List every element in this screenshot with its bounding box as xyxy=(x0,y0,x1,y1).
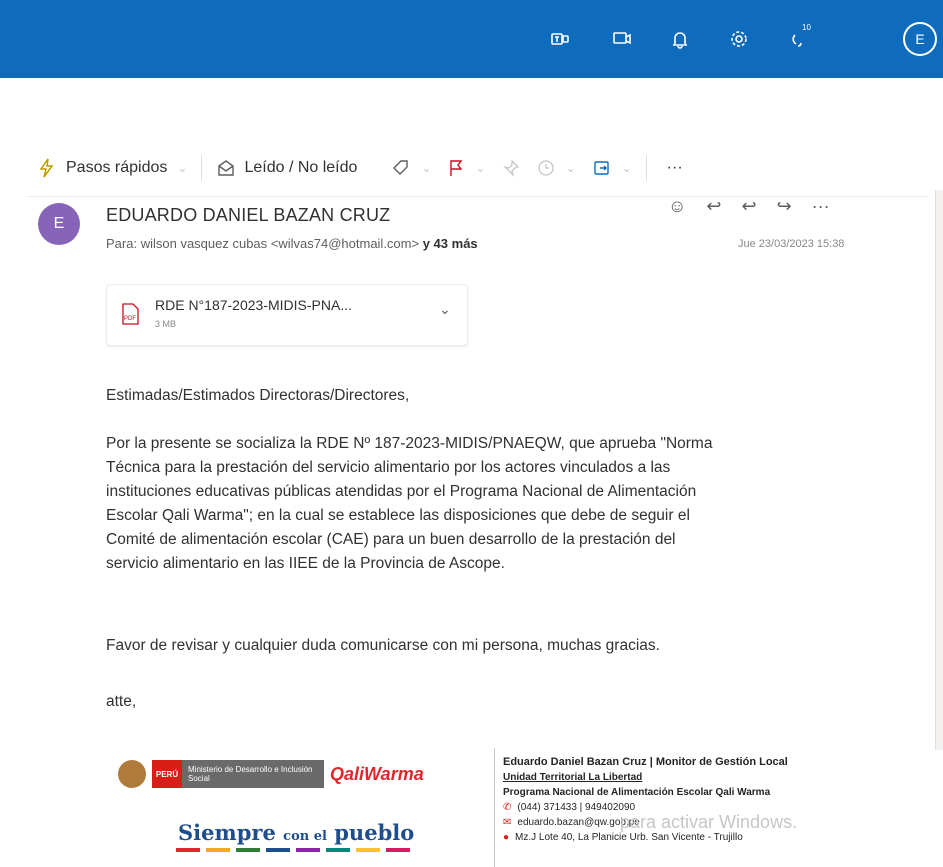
color-stripe xyxy=(266,848,290,852)
chevron-down-icon[interactable]: ⌄ xyxy=(475,161,485,175)
color-stripe xyxy=(296,848,320,852)
emoji-reaction-icon[interactable]: ☺ xyxy=(668,196,686,217)
chevron-down-icon[interactable]: ⌄ xyxy=(439,301,451,318)
slogan-a: Siempre xyxy=(178,820,276,845)
chevron-down-icon[interactable]: ⌄ xyxy=(622,161,632,175)
paragraph-line: Escolar Qali Warma"; en la cual se estab… xyxy=(106,507,690,524)
toolbar-divider xyxy=(645,155,647,181)
color-stripe xyxy=(206,848,230,852)
mail-icon: ✉ xyxy=(503,817,512,828)
chevron-down-icon[interactable]: ⌄ xyxy=(177,161,187,175)
sender-avatar[interactable]: E xyxy=(38,203,80,245)
to-recipient[interactable]: wilson vasquez cubas <wilvas74@hotmail.c… xyxy=(141,236,419,251)
color-stripe xyxy=(176,848,200,852)
tips-badge: 10 xyxy=(802,23,811,32)
top-app-bar: 10 E xyxy=(0,0,943,78)
attachment-name: RDE N°187-2023-MIDIS-PNA... xyxy=(155,297,352,313)
color-stripes xyxy=(176,848,410,852)
header-spacer xyxy=(0,78,943,140)
attachment-card[interactable]: PDF RDE N°187-2023-MIDIS-PNA... 3 MB ⌄ xyxy=(106,284,468,346)
pin-button[interactable] xyxy=(494,149,528,187)
folder-move-icon xyxy=(593,161,609,175)
bell-icon[interactable] xyxy=(667,26,693,52)
chevron-down-icon[interactable]: ⌄ xyxy=(421,161,431,175)
signature-address: Mz.J Lote 40, La Planicie Urb. San Vicen… xyxy=(515,832,743,843)
flag-icon xyxy=(450,160,463,176)
message-actions: ☺ ↩ ↩ ↪ ··· xyxy=(668,196,830,217)
email-paragraph: Por la presente se socializa la RDE Nº 1… xyxy=(106,432,896,576)
to-prefix: Para: xyxy=(106,236,138,251)
categorize-button[interactable]: ⌄ xyxy=(383,149,439,187)
coat-of-arms-icon xyxy=(118,760,146,788)
attachment-size: 3 MB xyxy=(155,319,177,329)
email-greeting: Estimadas/Estimados Directoras/Directore… xyxy=(106,387,410,404)
paragraph-line: instituciones educativas públicas atendi… xyxy=(106,483,697,500)
slogan: Siempre con el pueblo xyxy=(178,820,414,845)
more-actions-icon[interactable]: ··· xyxy=(812,196,830,217)
color-stripe xyxy=(236,848,260,852)
account-avatar[interactable]: E xyxy=(903,22,937,56)
email-closing: Favor de revisar y cualquier duda comuni… xyxy=(106,637,660,654)
color-stripe xyxy=(356,848,380,852)
slogan-b: con el xyxy=(283,829,327,844)
sender-name[interactable]: EDUARDO DANIEL BAZAN CRUZ xyxy=(106,205,390,226)
windows-activation-watermark: para activar Windows. xyxy=(620,812,798,832)
message-toolbar: Pasos rápidos ⌄ Leído / No leído ⌄ ⌄ ⌄ ⌄… xyxy=(28,140,928,197)
signature-name: Eduardo Daniel Bazan Cruz | Monitor de G… xyxy=(503,756,788,768)
teams-icon[interactable] xyxy=(547,26,573,52)
phone-icon: ✆ xyxy=(503,802,512,813)
svg-text:PDF: PDF xyxy=(124,316,136,322)
location-icon: ● xyxy=(503,832,510,843)
quick-steps-button[interactable]: Pasos rápidos ⌄ xyxy=(28,149,195,187)
more-options-button[interactable]: ··· xyxy=(659,149,691,187)
move-button[interactable]: ⌄ xyxy=(584,149,640,187)
quick-steps-label: Pasos rápidos xyxy=(66,159,168,176)
email-signoff: atte, xyxy=(106,693,137,710)
signature-phone: (044) 371433 | 949402090 xyxy=(517,802,636,813)
more-recipients[interactable]: y 43 más xyxy=(423,236,478,251)
color-stripe xyxy=(326,848,350,852)
signature-logo: PERÚ Ministerio de Desarrollo e Inclusió… xyxy=(108,748,468,867)
paragraph-line: Comité de alimentación escolar (CAE) par… xyxy=(106,531,676,548)
pin-icon xyxy=(502,159,519,177)
gear-icon[interactable] xyxy=(726,26,752,52)
lightning-icon xyxy=(39,158,54,178)
tag-icon xyxy=(393,160,409,175)
signature-program: Programa Nacional de Alimentación Escola… xyxy=(503,787,771,798)
envelope-open-icon xyxy=(218,160,235,176)
sent-date: Jue 23/03/2023 15:38 xyxy=(738,238,845,250)
brand-label: QaliWarma xyxy=(330,763,424,784)
meet-now-icon[interactable] xyxy=(609,26,635,52)
ministry-banner: PERÚ Ministerio de Desarrollo e Inclusió… xyxy=(152,760,324,788)
peru-label: PERÚ xyxy=(155,769,179,779)
read-unread-label: Leído / No leído xyxy=(244,159,358,176)
tips-icon[interactable]: 10 xyxy=(786,23,812,52)
logo-row: PERÚ Ministerio de Desarrollo e Inclusió… xyxy=(118,760,424,788)
signature-unit: Unidad Territorial La Libertad xyxy=(503,772,643,783)
paragraph-line: Por la presente se socializa la RDE Nº 1… xyxy=(106,435,713,452)
read-unread-button[interactable]: Leído / No leído xyxy=(208,149,365,187)
slogan-c: pueblo xyxy=(334,820,415,845)
clock-icon xyxy=(537,160,554,176)
toolbar-divider xyxy=(201,155,203,181)
reading-pane-scrollbar[interactable] xyxy=(935,190,943,750)
reply-all-icon[interactable]: ↩ xyxy=(741,196,756,217)
chevron-down-icon[interactable]: ⌄ xyxy=(566,161,576,175)
signature-address-row: ● Mz.J Lote 40, La Planicie Urb. San Vice… xyxy=(503,832,914,843)
flag-button[interactable]: ⌄ xyxy=(439,149,493,187)
paragraph-line: Técnica para la prestación del servicio … xyxy=(106,459,671,476)
signature-contact: Eduardo Daniel Bazan Cruz | Monitor de G… xyxy=(494,748,914,867)
ministry-label: Ministerio de Desarrollo e Inclusión Soc… xyxy=(182,760,324,788)
reply-icon[interactable]: ↩ xyxy=(706,196,721,217)
forward-icon[interactable]: ↪ xyxy=(777,196,792,217)
qali-warma-logo: QaliWarma xyxy=(330,764,424,785)
snooze-button[interactable]: ⌄ xyxy=(528,149,584,187)
paragraph-line: servicio alimentario en las IIEE de la P… xyxy=(106,555,505,572)
pdf-file-icon: PDF xyxy=(122,303,139,325)
color-stripe xyxy=(386,848,410,852)
recipients-line[interactable]: Para: wilson vasquez cubas <wilvas74@hot… xyxy=(106,236,478,251)
